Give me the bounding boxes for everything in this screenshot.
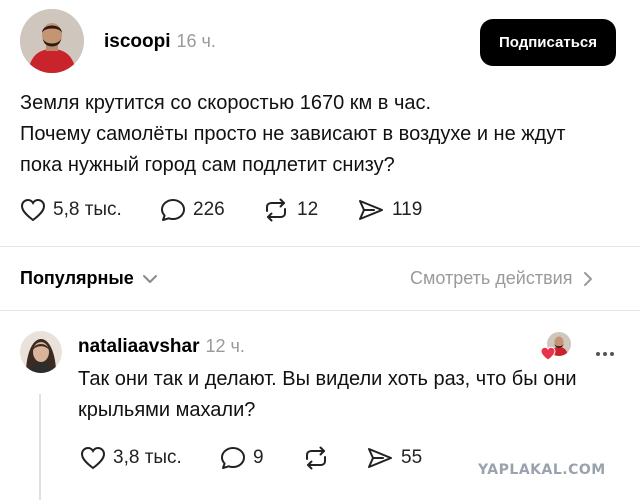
comment-button[interactable]: 226 [160,198,225,222]
reply-repost-button[interactable] [302,446,337,470]
heart-icon [20,198,46,222]
red-heart-icon [540,346,556,361]
chevron-right-icon [584,271,593,286]
speech-bubble-icon [221,447,245,469]
liked-by-author-badge [540,332,572,362]
repost-icon [306,446,326,470]
share-button[interactable]: 119 [357,198,422,222]
reply-author-avatar[interactable] [20,331,62,373]
post-text-line-2: Почему самолёты просто не зависают в воз… [20,123,566,145]
reply-comment-count: 9 [253,447,264,468]
repost-button[interactable]: 12 [262,198,318,222]
post-text-line-3: пока нужный город сам подлетит снизу? [20,154,395,176]
post-timestamp: 16 ч. [176,31,216,51]
reply-like-count: 3,8 тыс. [113,447,182,468]
like-count: 5,8 тыс. [53,199,122,220]
sort-label: Популярные [20,268,134,288]
thread-line [39,394,41,500]
post-text-line-1: Земля крутится со скоростью 1670 км в ча… [20,92,432,114]
repost-count: 12 [297,199,319,220]
reply-share-button[interactable]: 55 [366,446,422,470]
reply-share-count: 55 [401,447,423,468]
like-button[interactable]: 5,8 тыс. [20,198,122,222]
author-avatar[interactable] [20,9,84,73]
view-activity-link[interactable]: Смотреть действия [410,268,596,289]
reply-text: Так они так и делают. Вы видели хоть раз… [78,364,618,426]
reply-like-button[interactable]: 3,8 тыс. [80,446,182,470]
divider [0,246,640,247]
watermark: YAPLAKAL.COM [478,462,606,478]
send-icon [368,448,392,468]
post-header: iscoopi 16 ч. [104,31,216,53]
chevron-down-icon [142,274,157,283]
reply-text-line-1: Так они так и делают. Вы видели хоть раз… [78,368,577,390]
share-count: 119 [392,199,423,220]
divider [0,310,640,311]
sort-dropdown[interactable]: Популярные [20,268,159,289]
post-text: Земля крутится со скоростью 1670 км в ча… [20,88,620,181]
follow-button[interactable]: Подписаться [480,19,616,66]
author-username[interactable]: iscoopi [104,31,171,53]
more-dots-icon[interactable] [594,343,615,361]
send-icon [359,200,383,220]
comment-count: 226 [193,199,225,220]
reply-text-line-2: крыльями махали? [78,399,256,421]
reply-header: nataliaavshar 12 ч. [78,336,245,358]
view-activity-label: Смотреть действия [410,268,573,288]
reply-timestamp: 12 ч. [205,336,245,356]
heart-icon [80,446,106,470]
reply-comment-button[interactable]: 9 [220,446,264,470]
repost-icon [266,198,286,222]
reply-username[interactable]: nataliaavshar [78,336,199,358]
speech-bubble-icon [161,199,185,221]
